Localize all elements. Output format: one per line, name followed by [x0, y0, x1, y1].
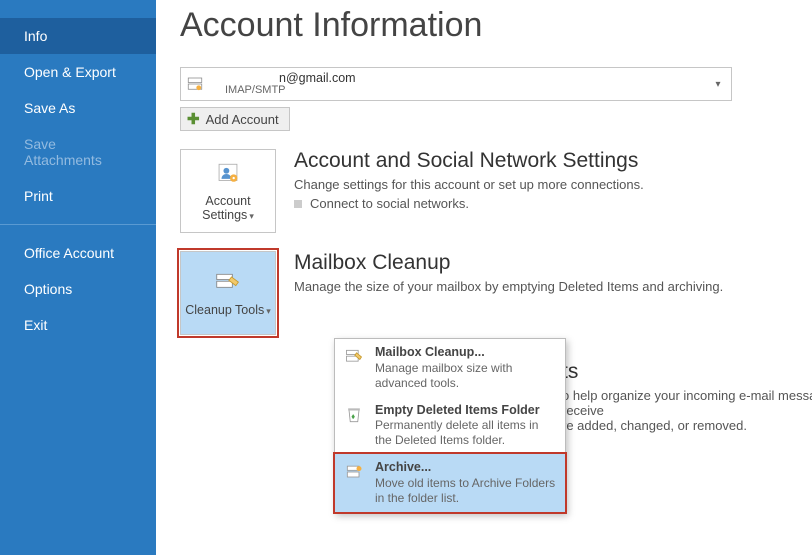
sidebar-item-info[interactable]: Info — [0, 18, 156, 54]
connect-social-link[interactable]: Connect to social networks. — [294, 196, 792, 211]
add-account-button[interactable]: ✚ Add Account — [180, 107, 290, 131]
sidebar-item-exit[interactable]: Exit — [0, 307, 156, 343]
sidebar-item-open-export[interactable]: Open & Export — [0, 54, 156, 90]
cleanup-tools-menu: Mailbox Cleanup... Manage mailbox size w… — [334, 338, 566, 513]
main-pane: Account Information n@gmail.com IMAP/SMT… — [156, 0, 812, 555]
account-email: n@gmail.com — [279, 71, 356, 85]
bullet-icon — [294, 200, 302, 208]
person-gear-icon — [215, 161, 241, 190]
account-selector[interactable]: n@gmail.com IMAP/SMTP ▾ — [180, 67, 732, 101]
account-protocol: IMAP/SMTP — [225, 85, 705, 97]
backstage-sidebar: Info Open & Export Save As Save Attachme… — [0, 0, 156, 555]
sidebar-item-save-as[interactable]: Save As — [0, 90, 156, 126]
plus-icon: ✚ — [187, 110, 200, 128]
sidebar-item-options[interactable]: Options — [0, 271, 156, 307]
mailbox-cleanup-icon — [343, 345, 365, 367]
cleanup-desc: Manage the size of your mailbox by empty… — [294, 279, 792, 294]
sidebar-item-save-attachments: Save Attachments — [0, 126, 156, 178]
trash-recycle-icon — [343, 403, 365, 425]
sidebar-item-print[interactable]: Print — [0, 178, 156, 214]
sidebar-separator — [0, 224, 156, 225]
account-settings-button[interactable]: Account Settings▾ — [180, 149, 276, 233]
menu-item-empty-deleted[interactable]: Empty Deleted Items Folder Permanently d… — [335, 397, 565, 455]
settings-desc: Change settings for this account or set … — [294, 177, 792, 192]
cleanup-heading: Mailbox Cleanup — [294, 251, 792, 275]
archive-icon — [343, 460, 365, 482]
settings-heading: Account and Social Network Settings — [294, 149, 792, 173]
cleanup-tools-button[interactable]: Cleanup Tools▾ — [180, 251, 276, 335]
cleanup-icon — [214, 270, 242, 299]
mailbox-icon — [181, 75, 209, 93]
menu-item-mailbox-cleanup[interactable]: Mailbox Cleanup... Manage mailbox size w… — [335, 339, 565, 397]
rules-desc-fragment: o help organize your incoming e-mail mes… — [562, 388, 812, 433]
sidebar-item-office-account[interactable]: Office Account — [0, 235, 156, 271]
page-title: Account Information — [180, 6, 792, 45]
chevron-down-icon[interactable]: ▾ — [705, 79, 731, 90]
menu-item-archive[interactable]: Archive... Move old items to Archive Fol… — [335, 454, 565, 512]
